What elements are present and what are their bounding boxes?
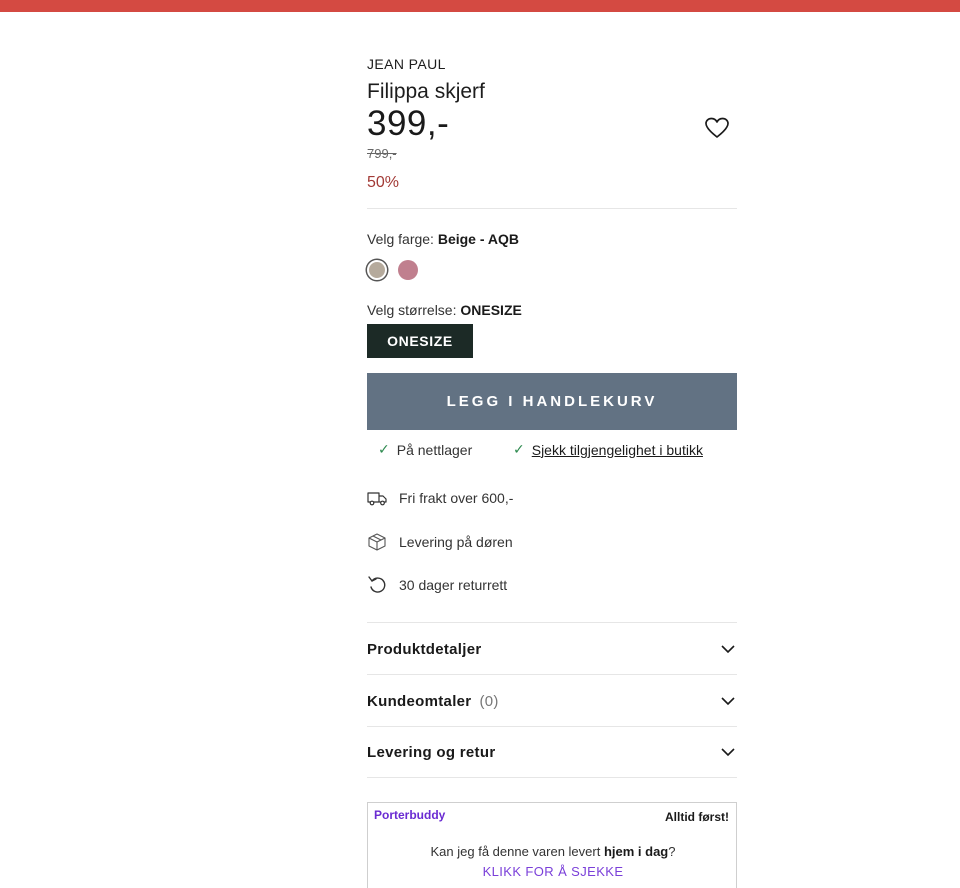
accordion-delivery-returns[interactable]: Levering og retur xyxy=(367,726,737,778)
original-price: 799,- xyxy=(367,146,397,161)
truck-icon xyxy=(367,492,387,506)
selected-color-value: Beige - AQB xyxy=(437,231,519,247)
in-stock-online-label: På nettlager xyxy=(396,441,473,458)
chevron-down-icon xyxy=(721,645,735,654)
porterbuddy-widget: Porterbuddy Alltid først! Kan jeg få den… xyxy=(367,802,737,888)
wishlist-heart-icon[interactable] xyxy=(704,116,730,140)
accordion-title: Produktdetaljer xyxy=(367,640,482,658)
feature-free-shipping: Fri frakt over 600,- xyxy=(367,487,513,509)
feature-return-policy: 30 dager returrett xyxy=(367,574,507,596)
accordion-title: Kundeomtaler (0) xyxy=(367,692,499,710)
in-stock-online: ✓ På nettlager xyxy=(378,441,472,458)
feature-door-delivery: Levering på døren xyxy=(367,531,513,553)
check-icon: ✓ xyxy=(513,441,525,457)
store-availability: ✓ Sjekk tilgjengelighet i butikk xyxy=(513,441,703,458)
feature-text: Levering på døren xyxy=(399,534,513,550)
add-to-cart-button[interactable]: LEGG I HANDLEKURV xyxy=(367,373,737,430)
size-option-onesize[interactable]: ONESIZE xyxy=(367,324,473,358)
package-icon xyxy=(368,533,386,551)
color-label: Velg farge: Beige - AQB xyxy=(367,231,519,247)
product-title: Filippa skjerf xyxy=(367,80,485,103)
porterbuddy-question: Kan jeg få denne varen levert hjem i dag… xyxy=(430,844,676,859)
divider xyxy=(367,777,737,778)
feature-text: 30 dager returrett xyxy=(399,577,508,593)
size-label: Velg størrelse: ONESIZE xyxy=(367,302,522,318)
porterbuddy-tagline: Alltid først! xyxy=(665,810,729,824)
current-price: 399,- xyxy=(367,104,450,143)
discount-badge: 50% xyxy=(367,174,400,191)
chevron-down-icon xyxy=(721,697,735,706)
accordion-product-details[interactable]: Produktdetaljer xyxy=(367,623,737,675)
feature-text: Fri frakt over 600,- xyxy=(399,490,514,506)
top-color-bar xyxy=(0,0,960,12)
chevron-down-icon xyxy=(721,748,735,757)
porterbuddy-logo: Porterbuddy xyxy=(374,808,446,822)
color-swatch-beige[interactable] xyxy=(367,260,387,280)
divider xyxy=(367,208,737,209)
selected-size-value: ONESIZE xyxy=(460,302,522,318)
porterbuddy-check-link[interactable]: KLIKK FOR Å SJEKKE xyxy=(368,864,738,879)
color-swatch-pink[interactable] xyxy=(398,260,418,280)
check-store-availability-link[interactable]: Sjekk tilgjengelighet i butikk xyxy=(532,442,703,458)
accordion-customer-reviews[interactable]: Kundeomtaler (0) xyxy=(367,675,737,727)
return-icon xyxy=(368,576,386,593)
accordion-title: Levering og retur xyxy=(367,743,496,761)
brand-name[interactable]: JEAN PAUL xyxy=(367,56,446,72)
check-icon: ✓ xyxy=(378,441,390,457)
review-count: (0) xyxy=(479,692,499,710)
